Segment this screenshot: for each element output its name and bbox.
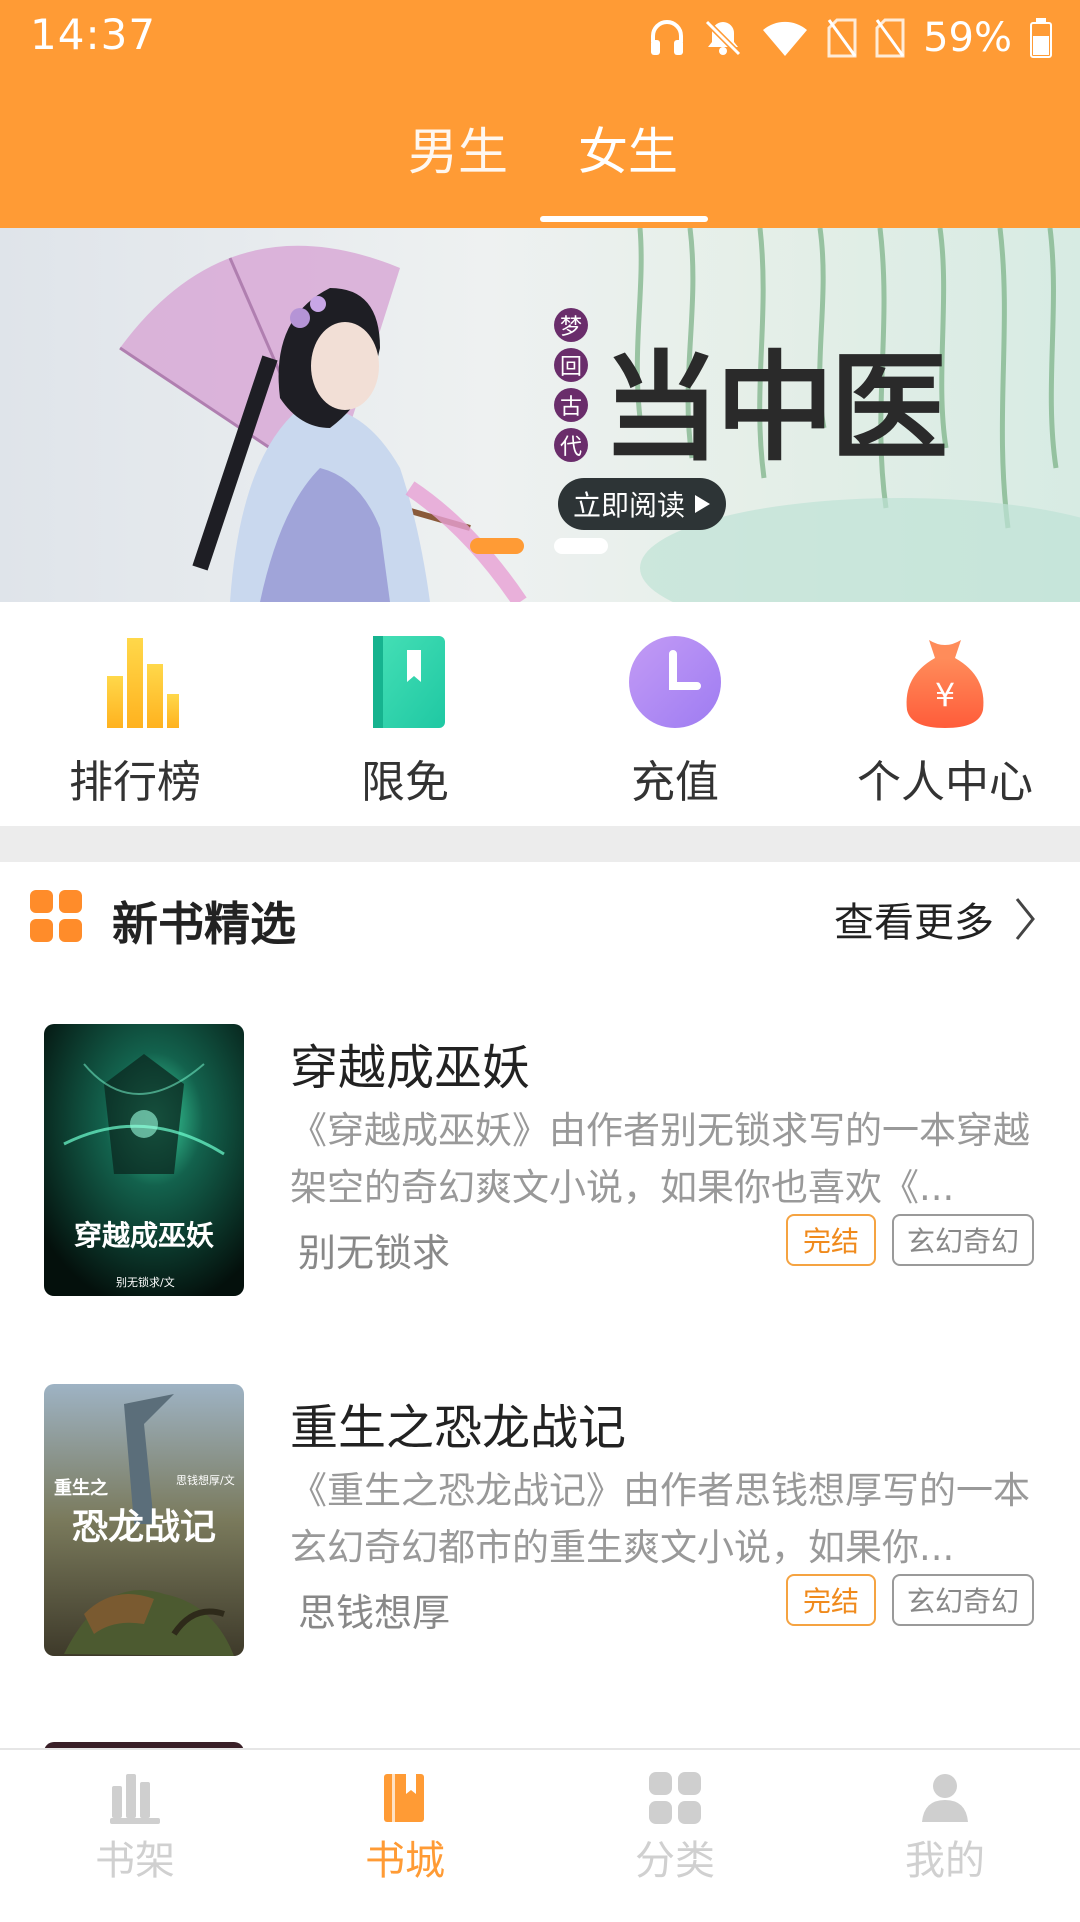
section-title: 新书精选 — [112, 897, 296, 951]
genre-badge: 玄幻奇幻 — [892, 1214, 1034, 1266]
no-sim-icon — [827, 18, 857, 58]
banner-vertical-char: 代 — [554, 428, 588, 462]
section-divider — [0, 826, 1080, 862]
category-grid-icon — [649, 1772, 701, 1824]
book-author: 思钱想厚 — [298, 1591, 451, 1635]
banner-pagination — [470, 538, 608, 554]
top-header: 14:37 59% 男生 女生 — [0, 0, 1080, 228]
banner-vertical-char: 古 — [554, 388, 588, 422]
view-more-label: 查看更多 — [834, 900, 994, 946]
quick-item-label: 排行榜 — [69, 757, 201, 808]
bookstore-icon — [384, 1774, 424, 1822]
headphones-icon — [651, 20, 684, 55]
chevron-right-icon — [1015, 898, 1035, 940]
quick-item-free[interactable]: 限免 — [270, 632, 540, 810]
nav-label: 我的 — [905, 1838, 985, 1884]
tab-female[interactable]: 女生 — [578, 112, 678, 184]
status-icons: 59% — [649, 12, 1052, 64]
quick-menu: 排行榜 限免 充值 ¥ 个人中心 — [0, 602, 1080, 826]
user-icon — [922, 1774, 968, 1822]
banner-dot[interactable] — [554, 538, 608, 554]
nav-item-bookstore[interactable]: 书城 — [270, 1772, 540, 1886]
money-bag-icon: ¥ — [906, 640, 984, 728]
promo-banner[interactable]: 梦 回 古 代 当中医 立即阅读 — [0, 228, 1080, 602]
grid-icon — [30, 890, 82, 942]
banner-vertical-char: 梦 — [554, 308, 588, 342]
nav-item-mine[interactable]: 我的 — [810, 1772, 1080, 1886]
no-sim-icon — [875, 18, 905, 58]
cover-title: 穿越成巫妖 — [73, 1219, 214, 1252]
quick-item-label: 限免 — [361, 757, 449, 808]
book-description: 《重生之恐龙战记》由作者思钱想厚写的一本玄幻奇幻都市的重生爽文小说，如果你... — [290, 1469, 1030, 1569]
gender-tabs: 男生 女生 — [0, 112, 1080, 192]
book-cover[interactable]: 穿越成巫妖 别无锁求/文 — [44, 1024, 244, 1296]
banner-dot-active[interactable] — [470, 538, 524, 554]
quick-item-label: 充值 — [631, 757, 719, 808]
battery-percent: 59% — [923, 15, 1012, 61]
book-cover[interactable]: 重生之 恐龙战记 思钱想厚/文 — [44, 1384, 244, 1656]
book-author: 别无锁求 — [298, 1231, 451, 1275]
svg-text:¥: ¥ — [935, 676, 955, 714]
nav-label: 书城 — [365, 1838, 445, 1884]
book-list-item[interactable]: 重生之 恐龙战记 思钱想厚/文 重生之恐龙战记 《重生之恐龙战记》由作者思钱想厚… — [0, 1384, 1080, 1684]
book-title[interactable]: 重生之恐龙战记 — [290, 1388, 626, 1458]
read-now-button[interactable]: 立即阅读 — [558, 478, 726, 530]
cover-author: 别无锁求/文 — [116, 1276, 175, 1289]
quick-item-ranking[interactable]: 排行榜 — [0, 632, 270, 810]
active-tab-indicator — [540, 216, 708, 222]
status-badge: 完结 — [786, 1574, 876, 1626]
play-triangle-icon — [695, 495, 710, 513]
status-time: 14:37 — [30, 10, 157, 59]
battery-icon — [1030, 18, 1052, 58]
bookshelf-icon — [110, 1774, 160, 1824]
quick-item-profile[interactable]: ¥ 个人中心 — [810, 632, 1080, 810]
genre-badge: 玄幻奇幻 — [892, 1574, 1034, 1626]
cover-title: 恐龙战记 — [71, 1506, 216, 1548]
nav-item-category[interactable]: 分类 — [540, 1772, 810, 1886]
tab-male[interactable]: 男生 — [408, 112, 508, 184]
cover-author: 思钱想厚/文 — [176, 1474, 235, 1487]
quick-item-recharge[interactable]: 充值 — [540, 632, 810, 810]
view-more-link[interactable]: 查看更多 — [834, 890, 1036, 948]
wifi-icon — [763, 21, 808, 56]
book-bookmark-icon — [373, 636, 445, 728]
book-list-item[interactable]: 穿越成巫妖 别无锁求/文 穿越成巫妖 《穿越成巫妖》由作者别无锁求写的一本穿越架… — [0, 1024, 1080, 1324]
ranking-bars-icon — [107, 638, 179, 728]
bell-muted-icon — [704, 19, 742, 57]
book-description: 《穿越成巫妖》由作者别无锁求写的一本穿越架空的奇幻爽文小说，如果你也喜欢《... — [290, 1109, 1030, 1209]
bottom-navigation: 书架 书城 分类 我的 — [0, 1748, 1080, 1922]
nav-item-bookshelf[interactable]: 书架 — [0, 1772, 270, 1886]
book-cover-art — [44, 1024, 244, 1296]
quick-item-label: 个人中心 — [857, 757, 1033, 808]
status-badge: 完结 — [786, 1214, 876, 1266]
banner-vertical-char: 回 — [554, 348, 588, 382]
nav-label: 分类 — [635, 1838, 715, 1884]
banner-vertical-caption: 梦 回 古 代 — [554, 308, 588, 462]
nav-label: 书架 — [95, 1838, 175, 1884]
banner-title: 当中医 — [602, 338, 948, 477]
clock-icon — [629, 636, 721, 728]
book-title[interactable]: 穿越成巫妖 — [290, 1028, 530, 1098]
read-now-label: 立即阅读 — [572, 489, 685, 522]
new-books-section-header: 新书精选 查看更多 — [0, 862, 1080, 982]
status-bar: 14:37 59% — [0, 0, 1080, 76]
